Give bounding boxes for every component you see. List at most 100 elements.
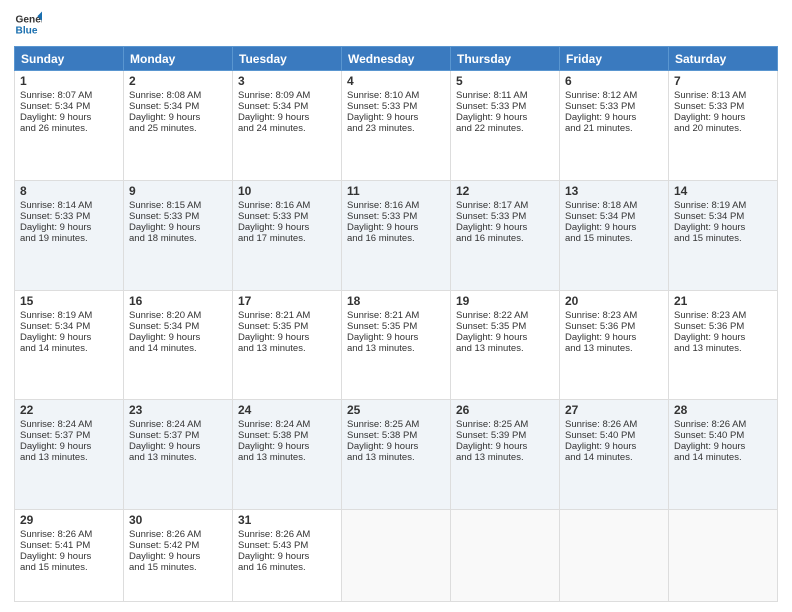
day-number: 5 — [456, 74, 554, 88]
day-number: 17 — [238, 294, 336, 308]
day-info: Daylight: 9 hours — [238, 112, 336, 123]
calendar-cell: 29Sunrise: 8:26 AMSunset: 5:41 PMDayligh… — [15, 510, 124, 602]
day-info: Daylight: 9 hours — [674, 441, 772, 452]
calendar-cell: 1Sunrise: 8:07 AMSunset: 5:34 PMDaylight… — [15, 71, 124, 181]
calendar-cell: 24Sunrise: 8:24 AMSunset: 5:38 PMDayligh… — [233, 400, 342, 510]
weekday-header: Wednesday — [342, 47, 451, 71]
calendar-cell: 26 Sunrise: 8:25 AMSunset: 5:39 PMDayligh… — [451, 400, 560, 510]
calendar-cell: 21Sunrise: 8:23 AMSunset: 5:36 PMDayligh… — [669, 290, 778, 400]
day-info: and 13 minutes. — [347, 452, 445, 463]
day-info: Daylight: 9 hours — [20, 222, 118, 233]
day-info: Sunrise: 8:21 AM — [347, 310, 445, 321]
svg-text:Blue: Blue — [16, 25, 38, 36]
day-info: Sunrise: 8:16 AM — [238, 200, 336, 211]
weekday-header: Friday — [560, 47, 669, 71]
day-info: Daylight: 9 hours — [347, 222, 445, 233]
day-info: and 20 minutes. — [674, 123, 772, 134]
weekday-header: Thursday — [451, 47, 560, 71]
day-number: 9 — [129, 184, 227, 198]
day-number: 8 — [20, 184, 118, 198]
day-info: Sunrise: 8:21 AM — [238, 310, 336, 321]
day-number: 21 — [674, 294, 772, 308]
day-info: Sunset: 5:35 PM — [347, 321, 445, 332]
day-info: Sunset: 5:33 PM — [347, 101, 445, 112]
day-info: and 13 minutes. — [129, 452, 227, 463]
calendar-cell: 15Sunrise: 8:19 AMSunset: 5:34 PMDayligh… — [15, 290, 124, 400]
day-info: Sunset: 5:34 PM — [129, 101, 227, 112]
day-info: and 17 minutes. — [238, 233, 336, 244]
day-number: 29 — [20, 513, 118, 527]
day-info: Daylight: 9 hours — [129, 332, 227, 343]
day-info: Sunset: 5:34 PM — [674, 211, 772, 222]
calendar-cell — [560, 510, 669, 602]
calendar-cell: 11Sunrise: 8:16 AMSunset: 5:33 PMDayligh… — [342, 180, 451, 290]
day-info: and 19 minutes. — [20, 233, 118, 244]
day-number: 22 — [20, 403, 118, 417]
day-info: Daylight: 9 hours — [347, 441, 445, 452]
day-number: 3 — [238, 74, 336, 88]
day-info: Sunset: 5:37 PM — [20, 430, 118, 441]
day-info: and 13 minutes. — [238, 452, 336, 463]
calendar-cell: 14Sunrise: 8:19 AMSunset: 5:34 PMDayligh… — [669, 180, 778, 290]
day-info: Sunrise: 8:25 AM — [456, 419, 554, 430]
day-number: 1 — [20, 74, 118, 88]
calendar-cell: 3Sunrise: 8:09 AMSunset: 5:34 PMDaylight… — [233, 71, 342, 181]
day-number: 10 — [238, 184, 336, 198]
day-info: and 13 minutes. — [674, 343, 772, 354]
day-number: 26 — [456, 403, 554, 417]
day-info: and 21 minutes. — [565, 123, 663, 134]
day-info: and 13 minutes. — [456, 343, 554, 354]
day-info: Sunset: 5:33 PM — [565, 101, 663, 112]
day-info: Sunrise: 8:19 AM — [20, 310, 118, 321]
day-info: Sunset: 5:41 PM — [20, 540, 118, 551]
day-info: and 14 minutes. — [129, 343, 227, 354]
day-info: Sunrise: 8:20 AM — [129, 310, 227, 321]
calendar-cell: 5Sunrise: 8:11 AMSunset: 5:33 PMDaylight… — [451, 71, 560, 181]
day-number: 13 — [565, 184, 663, 198]
calendar-cell — [451, 510, 560, 602]
day-number: 6 — [565, 74, 663, 88]
day-info: Sunset: 5:39 PM — [456, 430, 554, 441]
day-info: and 16 minutes. — [456, 233, 554, 244]
day-info: Sunrise: 8:18 AM — [565, 200, 663, 211]
logo: General Blue — [14, 10, 42, 38]
day-info: Daylight: 9 hours — [456, 441, 554, 452]
day-number: 30 — [129, 513, 227, 527]
day-info: Daylight: 9 hours — [565, 112, 663, 123]
page: General Blue SundayMondayTuesdayWednesda… — [0, 0, 792, 612]
day-info: Sunrise: 8:12 AM — [565, 90, 663, 101]
day-number: 23 — [129, 403, 227, 417]
day-info: Sunset: 5:33 PM — [456, 101, 554, 112]
calendar-cell: 22Sunrise: 8:24 AMSunset: 5:37 PMDayligh… — [15, 400, 124, 510]
calendar-cell: 12Sunrise: 8:17 AMSunset: 5:33 PMDayligh… — [451, 180, 560, 290]
logo-icon: General Blue — [14, 10, 42, 38]
calendar-cell: 18Sunrise: 8:21 AMSunset: 5:35 PMDayligh… — [342, 290, 451, 400]
day-info: and 14 minutes. — [565, 452, 663, 463]
day-info: Sunrise: 8:13 AM — [674, 90, 772, 101]
day-number: 31 — [238, 513, 336, 527]
day-info: Sunrise: 8:25 AM — [347, 419, 445, 430]
day-info: Daylight: 9 hours — [456, 222, 554, 233]
day-info: Daylight: 9 hours — [674, 222, 772, 233]
day-info: Sunset: 5:33 PM — [129, 211, 227, 222]
day-info: Daylight: 9 hours — [20, 441, 118, 452]
day-info: and 24 minutes. — [238, 123, 336, 134]
day-info: Sunrise: 8:16 AM — [347, 200, 445, 211]
day-info: Sunrise: 8:22 AM — [456, 310, 554, 321]
calendar-cell: 13Sunrise: 8:18 AMSunset: 5:34 PMDayligh… — [560, 180, 669, 290]
weekday-header: Sunday — [15, 47, 124, 71]
day-number: 15 — [20, 294, 118, 308]
day-info: Sunrise: 8:23 AM — [674, 310, 772, 321]
calendar-cell: 4Sunrise: 8:10 AMSunset: 5:33 PMDaylight… — [342, 71, 451, 181]
day-info: Daylight: 9 hours — [456, 332, 554, 343]
day-info: and 16 minutes. — [347, 233, 445, 244]
day-info: and 14 minutes. — [674, 452, 772, 463]
day-info: Sunset: 5:33 PM — [347, 211, 445, 222]
day-info: Daylight: 9 hours — [347, 112, 445, 123]
calendar-cell: 8Sunrise: 8:14 AMSunset: 5:33 PMDaylight… — [15, 180, 124, 290]
day-info: Sunset: 5:34 PM — [20, 321, 118, 332]
calendar-cell — [669, 510, 778, 602]
calendar-cell: 10Sunrise: 8:16 AMSunset: 5:33 PMDayligh… — [233, 180, 342, 290]
day-info: Daylight: 9 hours — [129, 441, 227, 452]
day-number: 7 — [674, 74, 772, 88]
